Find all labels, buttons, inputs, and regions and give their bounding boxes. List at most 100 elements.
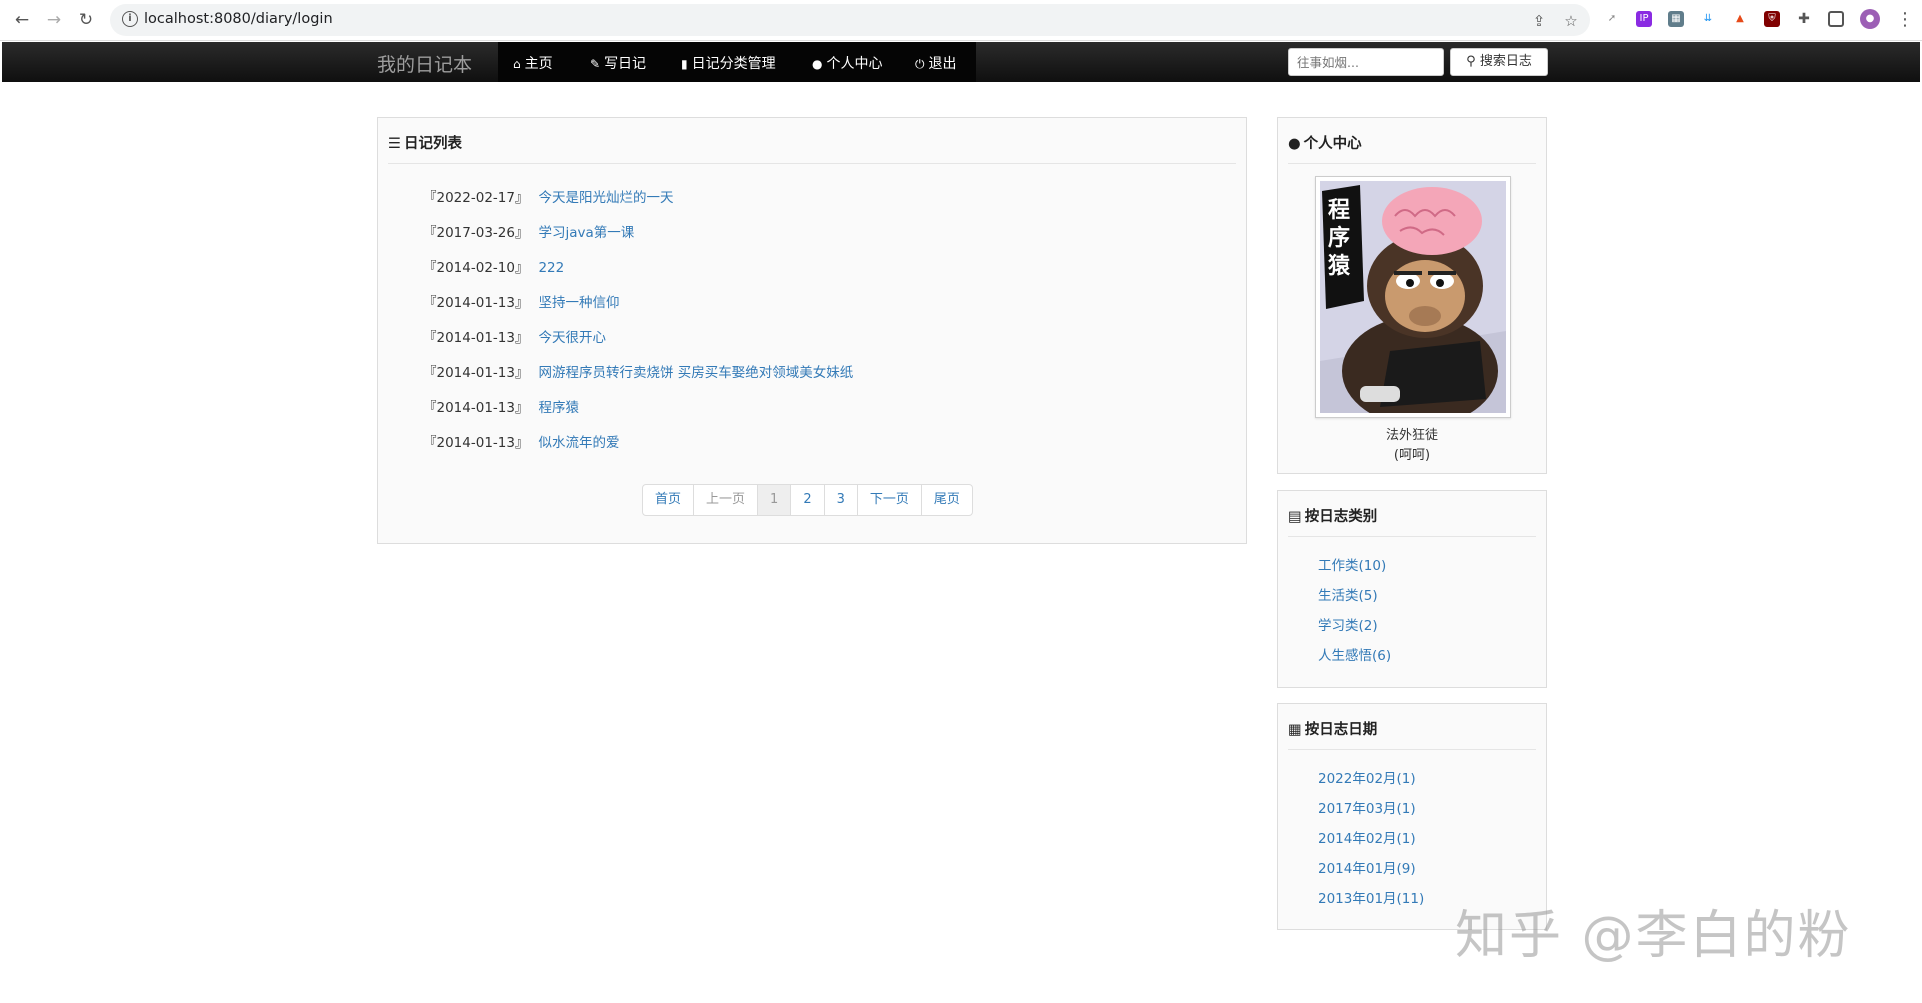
date-link[interactable]: 2022年02月(1)	[1318, 767, 1416, 787]
diary-entry-date: 『2014-01-13』	[423, 330, 529, 346]
diary-list-title-text: 日记列表	[404, 136, 462, 152]
diary-entry-link[interactable]: 今天很开心	[538, 330, 606, 346]
search-input[interactable]	[1288, 48, 1444, 76]
profile-title-text: 个人中心	[1303, 136, 1362, 152]
diary-entry: 『2014-01-13』 今天很开心	[423, 326, 606, 346]
site-navbar: 我的日记本 ⌂主页 ✎写日记 ▮日记分类管理 ●个人中心 ⏻退出 ⚲ 搜索日志	[2, 42, 1920, 82]
diary-entry-link[interactable]: 似水流年的爱	[538, 435, 619, 451]
address-bar[interactable]: i localhost:8080/diary/login ⇪ ☆	[110, 4, 1590, 36]
ip-extension-icon[interactable]: IP	[1636, 11, 1652, 27]
pager-page-1[interactable]: 1	[758, 485, 792, 515]
pager-next[interactable]: 下一页	[858, 485, 922, 515]
back-icon[interactable]: ←	[10, 8, 34, 32]
profile-signature: (呵呵)	[1393, 448, 1431, 463]
avatar: 程序猿	[1315, 176, 1511, 418]
power-icon: ⏻	[915, 57, 925, 71]
list-icon: ☰	[388, 136, 401, 152]
calendar-icon: ▦	[1288, 722, 1302, 738]
diary-entry: 『2014-01-13』 程序猿	[423, 396, 579, 416]
pager-first[interactable]: 首页	[643, 485, 695, 515]
brand-title[interactable]: 我的日记本	[377, 50, 472, 77]
diary-entry: 『2014-01-13』 似水流年的爱	[423, 431, 619, 451]
download-extension-icon[interactable]: ⇊	[1700, 11, 1716, 27]
watermark: 知乎 @李白的粉	[1455, 906, 1852, 966]
diary-entry-date: 『2014-01-13』	[423, 365, 529, 381]
reload-icon[interactable]: ↻	[74, 8, 98, 32]
clipboard-icon: ▤	[1288, 509, 1302, 525]
nav-category-manage[interactable]: ▮ 日记分类管理	[681, 53, 776, 73]
date-link[interactable]: 2017年03月(1)	[1318, 797, 1416, 817]
divider	[1288, 536, 1536, 537]
diary-entry: 『2014-02-10』 222	[423, 256, 564, 276]
side-panel-icon[interactable]	[1828, 11, 1844, 27]
diary-entry: 『2014-01-13』 坚持一种信仰	[423, 291, 619, 311]
diary-entry-date: 『2022-02-17』	[423, 190, 529, 206]
divider	[1288, 749, 1536, 750]
nav-home-label: 主页	[524, 56, 553, 72]
extensions-puzzle-icon[interactable]: ✚	[1796, 11, 1812, 27]
grid-extension-icon[interactable]: ▦	[1668, 11, 1684, 27]
nav-logout-label: 退出	[928, 56, 957, 72]
divider	[1288, 163, 1536, 164]
pager-last[interactable]: 尾页	[922, 485, 972, 515]
diary-entry-link[interactable]: 坚持一种信仰	[538, 295, 619, 311]
nav-profile-label: 个人中心	[826, 56, 883, 72]
diary-entry-link[interactable]: 今天是阳光灿烂的一天	[538, 190, 673, 206]
nav-logout[interactable]: ⏻ 退出	[915, 53, 957, 73]
search-icon: ⚲	[1466, 54, 1476, 69]
pager-page-2[interactable]: 2	[791, 485, 825, 515]
profile-panel: ● 个人中心 程序猿 法外狂徒 (呵呵)	[1277, 117, 1547, 474]
diary-entry: 『2014-01-13』 网游程序员转行卖烧饼 买房买车娶绝对领域美女妹纸	[423, 361, 853, 381]
pagination: 首页 上一页 1 2 3 下一页 尾页	[642, 484, 973, 516]
book-icon: ▮	[681, 57, 688, 71]
forward-icon[interactable]: →	[42, 8, 66, 32]
date-title: ▦ 按日志日期	[1288, 718, 1377, 739]
category-link[interactable]: 工作类(10)	[1318, 554, 1386, 574]
nav-home[interactable]: ⌂ 主页	[513, 53, 553, 73]
diary-entry-date: 『2014-02-10』	[423, 260, 529, 276]
browser-toolbar: ← → ↻ i localhost:8080/diary/login ⇪ ☆ ➚…	[0, 0, 1922, 41]
avatar-image: 程序猿	[1320, 181, 1506, 413]
diary-entry-date: 『2014-01-13』	[423, 295, 529, 311]
category-panel: ▤ 按日志类别 工作类(10) 生活类(5) 学习类(2) 人生感悟(6)	[1277, 490, 1547, 688]
nav-write-diary[interactable]: ✎ 写日记	[590, 53, 646, 73]
category-title: ▤ 按日志类别	[1288, 505, 1377, 526]
nav-profile[interactable]: ● 个人中心	[812, 53, 882, 73]
diary-entry-date: 『2014-01-13』	[423, 435, 529, 451]
category-link[interactable]: 生活类(5)	[1318, 584, 1378, 604]
pager-prev[interactable]: 上一页	[694, 485, 759, 515]
date-link[interactable]: 2014年01月(9)	[1318, 857, 1416, 877]
user-icon: ●	[812, 57, 823, 71]
user-icon: ●	[1288, 136, 1301, 152]
cursor-extension-icon[interactable]: ➚	[1604, 11, 1620, 27]
mountain-extension-icon[interactable]: ▲	[1732, 11, 1748, 27]
diary-entry-link[interactable]: 程序猿	[538, 400, 579, 416]
divider	[388, 163, 1236, 164]
site-info-icon[interactable]: i	[122, 11, 138, 27]
diary-entry-link[interactable]: 学习java第一课	[538, 225, 634, 241]
category-title-text: 按日志类别	[1304, 509, 1378, 525]
nav-menu: ⌂ 主页 ✎ 写日记 ▮ 日记分类管理 ● 个人中心 ⏻ 退出	[498, 42, 976, 82]
category-link[interactable]: 人生感悟(6)	[1318, 644, 1391, 664]
date-link[interactable]: 2014年02月(1)	[1318, 827, 1416, 847]
pager-page-3[interactable]: 3	[825, 485, 858, 515]
nav-category-label: 日记分类管理	[691, 56, 776, 72]
ublock-icon[interactable]: ⛨	[1764, 11, 1780, 27]
diary-entry-date: 『2017-03-26』	[423, 225, 529, 241]
url-text[interactable]: localhost:8080/diary/login	[144, 11, 333, 27]
diary-list-panel: ☰ 日记列表 『2022-02-17』 今天是阳光灿烂的一天 『2017-03-26…	[377, 117, 1247, 544]
profile-avatar-icon[interactable]: ●	[1860, 9, 1880, 29]
search-button[interactable]: ⚲ 搜索日志	[1450, 48, 1548, 76]
browser-menu-icon[interactable]: ⋮	[1896, 9, 1914, 30]
share-icon[interactable]: ⇪	[1530, 12, 1548, 30]
search-button-label: 搜索日志	[1479, 54, 1532, 69]
avatar-caption: 程序猿	[1328, 198, 1351, 279]
profile-nickname: 法外狂徒	[1385, 428, 1438, 443]
nav-write-label: 写日记	[604, 56, 647, 72]
bookmark-star-icon[interactable]: ☆	[1562, 12, 1580, 30]
date-link[interactable]: 2013年01月(11)	[1318, 887, 1424, 907]
category-link[interactable]: 学习类(2)	[1318, 614, 1378, 634]
pencil-icon: ✎	[590, 57, 601, 71]
diary-entry-link[interactable]: 网游程序员转行卖烧饼 买房买车娶绝对领域美女妹纸	[538, 365, 853, 381]
diary-entry-link[interactable]: 222	[538, 260, 564, 276]
